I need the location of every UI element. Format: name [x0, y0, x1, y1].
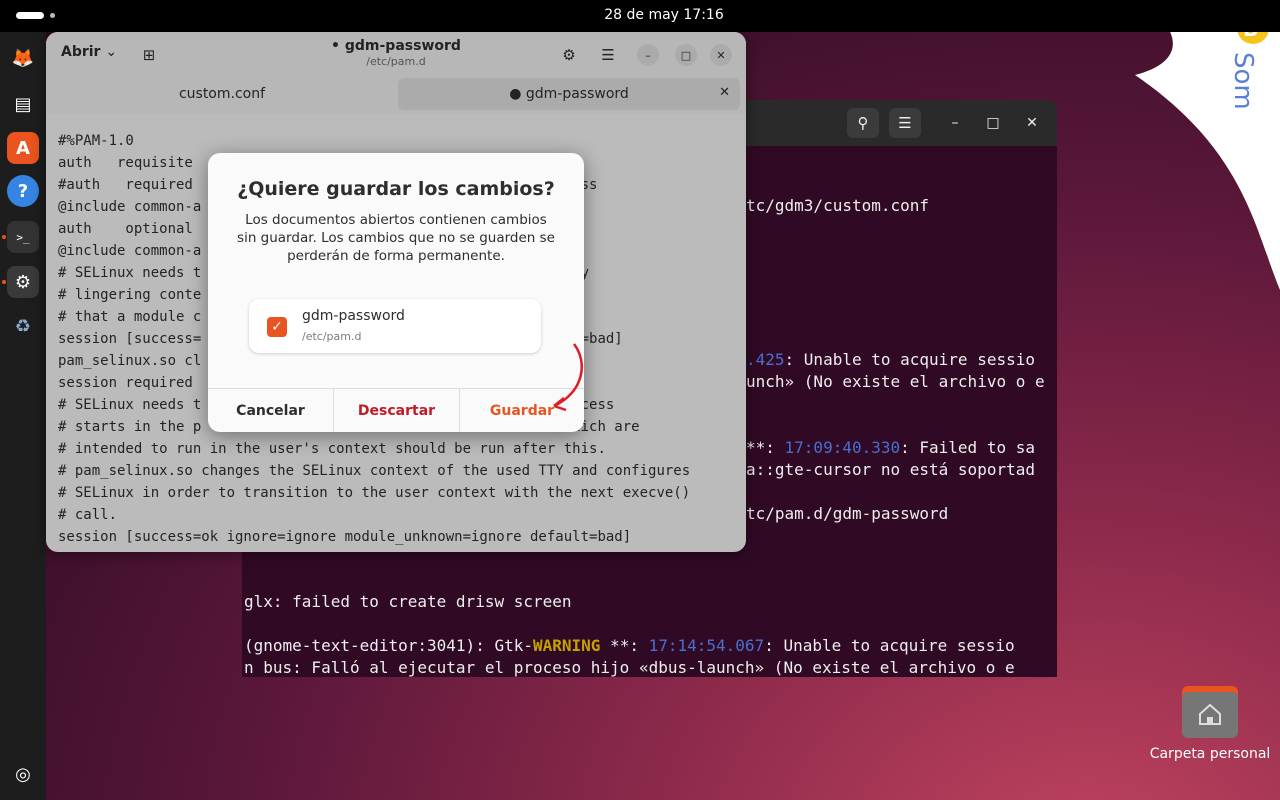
dialog-message: Los documentos abiertos contienen cambio… — [237, 212, 555, 264]
save-changes-dialog: ¿Quiere guardar los cambios? Los documen… — [208, 153, 584, 432]
document-checkbox[interactable]: ✓ — [267, 317, 287, 337]
menu-icon[interactable]: ☰ — [889, 108, 921, 138]
terminal-line: a::gte-cursor no está soportad — [746, 460, 1035, 479]
document-name: gdm-password — [302, 308, 405, 324]
terminal-line: n bus: Falló al ejecutar el proceso hijo… — [244, 658, 1015, 677]
show-apps-icon[interactable]: ◎ — [7, 758, 39, 790]
help-icon[interactable]: ? — [7, 175, 39, 207]
terminal-text: a::gte-cursor no está soportad — [746, 460, 1035, 479]
terminal-text: n bus: Falló al ejecutar el proceso hijo… — [244, 658, 1015, 677]
terminal-line: unch» (No existe el archivo o e — [746, 372, 1045, 391]
running-indicator — [2, 280, 6, 284]
svg-text:Som: Som — [1228, 52, 1258, 110]
close-icon[interactable]: ✕ — [1022, 113, 1042, 133]
terminal-text: .425 — [746, 350, 785, 369]
terminal-line: .425: Unable to acquire sessio — [746, 350, 1035, 369]
terminal-text: WARNING — [532, 636, 601, 655]
trash-icon[interactable]: ♻ — [7, 310, 39, 342]
document-row[interactable]: ✓ gdm-password /etc/pam.d — [249, 299, 541, 353]
annotation-arrow — [553, 343, 583, 412]
running-indicator — [2, 235, 6, 239]
terminal-icon[interactable]: >_ — [7, 221, 39, 253]
terminal-line: (gnome-text-editor:3041): Gtk-WARNING **… — [244, 636, 1015, 655]
terminal-text: : Unable to acquire sessio — [764, 636, 1015, 655]
app-center-icon[interactable]: A — [7, 132, 39, 164]
terminal-text: **: — [600, 636, 649, 655]
terminal-line: **: 17:09:40.330: Failed to sa — [746, 438, 1035, 457]
terminal-line: glx: failed to create drisw screen — [244, 592, 572, 611]
terminal-text: (gnome-text-editor:3041): Gtk- — [244, 636, 533, 655]
terminal-text: tc/gdm3/custom.conf — [746, 196, 930, 215]
terminal-text: : Unable to acquire sessio — [784, 350, 1035, 369]
terminal-line: tc/gdm3/custom.conf — [746, 196, 929, 215]
maximize-icon[interactable]: □ — [983, 113, 1003, 133]
firefox-icon[interactable]: 🦊 — [7, 42, 39, 74]
terminal-text: glx: failed to create drisw screen — [244, 592, 572, 611]
terminal-text: **: — [746, 438, 785, 457]
dialog-title: ¿Quiere guardar los cambios? — [237, 178, 555, 200]
somebooks-logo: B Som — [1135, 0, 1280, 290]
terminal-text: unch» (No existe el archivo o e — [746, 372, 1045, 391]
terminal-line: tc/pam.d/gdm-password — [746, 504, 948, 523]
home-folder-icon[interactable] — [1182, 686, 1238, 738]
cancel-button[interactable]: Cancelar — [208, 389, 333, 432]
terminal-text: 17:09:40.330 — [784, 438, 901, 457]
terminal-text: 17:14:54.067 — [648, 636, 765, 655]
dialog-buttons: Cancelar Descartar Guardar — [208, 388, 584, 432]
document-path: /etc/pam.d — [302, 330, 362, 343]
terminal-text: : Failed to sa — [900, 438, 1035, 457]
discard-button[interactable]: Descartar — [334, 389, 459, 432]
settings-icon[interactable]: ⚙ — [7, 266, 39, 298]
files-icon[interactable]: ▤ — [7, 88, 39, 120]
home-folder-label[interactable]: Carpeta personal — [1140, 746, 1280, 762]
search-icon[interactable]: ⚲ — [847, 108, 879, 138]
minimize-icon[interactable]: – — [945, 113, 965, 133]
terminal-text: tc/pam.d/gdm-password — [746, 504, 949, 523]
top-bar: 28 de may 17:16 — [0, 0, 1280, 32]
dock: 🦊 ▤ A? >_ ⚙ ♻ ◎ — [0, 32, 46, 800]
clock[interactable]: 28 de may 17:16 — [0, 7, 1280, 23]
